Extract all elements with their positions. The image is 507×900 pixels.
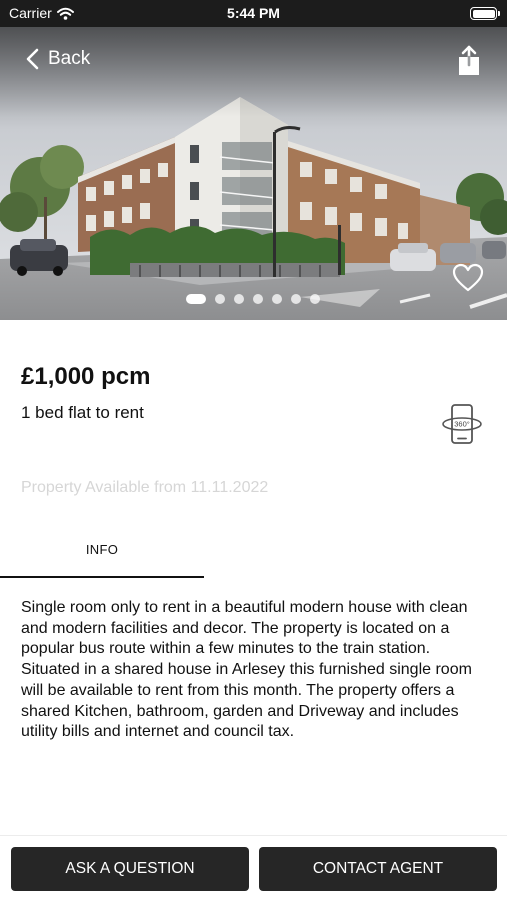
back-label: Back (48, 48, 91, 69)
battery-icon (470, 7, 500, 20)
contact-agent-button[interactable]: CONTACT AGENT (259, 847, 497, 891)
carousel-dot-active[interactable] (186, 294, 206, 304)
back-chevron-icon (26, 48, 39, 70)
tab-info[interactable]: INFO (0, 528, 204, 578)
property-photo (0, 27, 507, 320)
share-button[interactable] (455, 45, 483, 77)
favorite-button[interactable] (452, 263, 484, 293)
carousel-dot[interactable] (272, 294, 282, 304)
listing-description: Single room only to rent in a beautiful … (21, 599, 472, 741)
tour-icon-label: 360° (454, 420, 470, 429)
property-photo-carousel[interactable]: Back (0, 27, 507, 320)
carousel-dot[interactable] (215, 294, 225, 304)
status-bar: Carrier 5:44 PM (0, 0, 507, 27)
back-button[interactable]: Back (26, 48, 90, 70)
listing-subtitle: 1 bed flat to rent (21, 403, 144, 422)
carousel-pagination[interactable] (186, 294, 320, 304)
ask-question-button[interactable]: ASK A QUESTION (11, 847, 249, 891)
share-icon (459, 45, 479, 75)
bottom-action-bar: ASK A QUESTION CONTACT AGENT (0, 835, 507, 900)
virtual-tour-button[interactable]: 360° (441, 403, 483, 445)
carousel-dot[interactable] (234, 294, 244, 304)
360-tour-icon: 360° (442, 404, 482, 444)
tab-info-label: INFO (85, 542, 119, 557)
heart-icon (452, 263, 484, 292)
carousel-dot[interactable] (253, 294, 263, 304)
carousel-dot[interactable] (291, 294, 301, 304)
carousel-dot[interactable] (310, 294, 320, 304)
listing-price: £1,000 pcm (21, 363, 151, 390)
availability-text: Property Available from 11.11.2022 (21, 479, 269, 496)
tab-active-indicator (0, 576, 204, 578)
status-time: 5:44 PM (227, 5, 280, 21)
